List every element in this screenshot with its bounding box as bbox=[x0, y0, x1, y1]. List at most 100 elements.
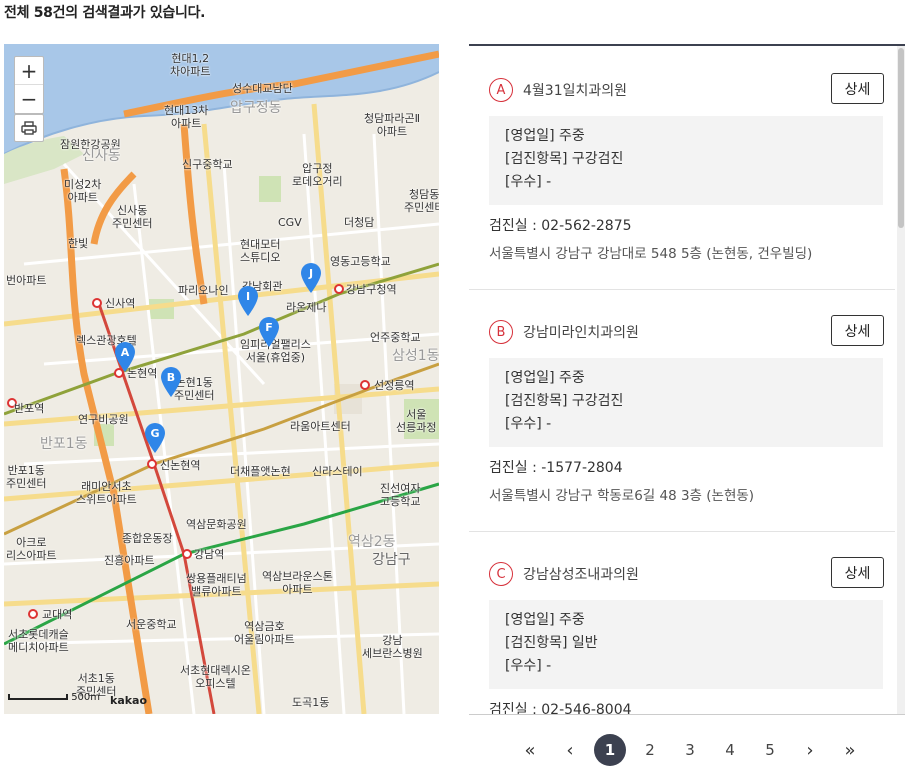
scale-label: 500m bbox=[71, 692, 101, 703]
map-marker-i[interactable]: I bbox=[236, 285, 260, 317]
station-gangnamgu-office bbox=[334, 284, 344, 294]
result-count-summary: 전체 58건의 검색결과가 있습니다. bbox=[4, 5, 206, 21]
map-label: 강남역 bbox=[194, 548, 225, 561]
result-letter-badge: B bbox=[489, 320, 513, 344]
clinic-name: 강남미라인치과의원 bbox=[523, 325, 639, 341]
page-3-button[interactable]: 3 bbox=[670, 733, 710, 767]
checkup-items: [검진항목] 일반 bbox=[505, 635, 598, 651]
zoom-in-button[interactable]: + bbox=[15, 57, 43, 85]
clinic-phone: 검진실 : 02-546-8004 bbox=[489, 702, 632, 715]
station-gyodae bbox=[28, 609, 38, 619]
map-label: 진흥아파트 bbox=[104, 554, 155, 567]
map-label: 래미안서초 스위트아파트 bbox=[76, 480, 137, 506]
map-label: 도곡1동 bbox=[292, 696, 330, 709]
result-header: A 4월31일치과의원 bbox=[489, 78, 627, 102]
clinic-address: 서울특별시 강남구 학동로6길 48 3층 (논현동) bbox=[489, 488, 755, 504]
map-label: 신라스테이 bbox=[312, 465, 363, 478]
zoom-controls: + − bbox=[14, 56, 44, 114]
excellence: [우수] - bbox=[505, 174, 552, 190]
detail-button[interactable]: 상세 bbox=[831, 73, 884, 104]
map-label: 서초롯데캐슬 메디치아파트 bbox=[8, 628, 69, 654]
map-label: 청담동 주민센터 bbox=[404, 188, 439, 214]
map-view[interactable]: 현대1,2 차아파트 성수대교남단 압구정동 현대13차 아파트 청담파라곤Ⅱ … bbox=[4, 44, 439, 714]
map-marker-a[interactable]: A bbox=[113, 341, 137, 373]
map-label: 서운중학교 bbox=[126, 618, 177, 631]
detail-button[interactable]: 상세 bbox=[831, 557, 884, 588]
page-5-button[interactable]: 5 bbox=[750, 733, 790, 767]
map-label: 역삼금호 어울림아파트 bbox=[234, 620, 295, 646]
map-label: 선정릉역 bbox=[374, 379, 415, 392]
business-days: [영업일] 주중 bbox=[505, 370, 585, 386]
map-marker-f[interactable]: F bbox=[257, 316, 281, 348]
results-list[interactable]: A 4월31일치과의원 상세 [영업일] 주중 [검진항목] 구강검진 [우수]… bbox=[469, 44, 905, 715]
map-label: 더청담 bbox=[344, 216, 375, 229]
business-days: [영업일] 주중 bbox=[505, 612, 585, 628]
clinic-name: 강남삼성조내과의원 bbox=[523, 567, 639, 583]
page-2-button[interactable]: 2 bbox=[630, 733, 670, 767]
business-days: [영업일] 주중 bbox=[505, 128, 585, 144]
map-label: 역삼브라운스톤 아파트 bbox=[262, 570, 333, 596]
checkup-items: [검진항목] 구강검진 bbox=[505, 393, 624, 409]
excellence: [우수] - bbox=[505, 416, 552, 432]
map-label: 반포1동 bbox=[40, 436, 88, 452]
marker-label: I bbox=[245, 290, 251, 303]
map-marker-j[interactable]: J bbox=[299, 262, 323, 294]
result-item[interactable]: A 4월31일치과의원 상세 [영업일] 주중 [검진항목] 구강검진 [우수]… bbox=[469, 46, 895, 290]
clinic-info-box: [영업일] 주중 [검진항목] 일반 [우수] - bbox=[489, 600, 883, 689]
map-label: 현대모터 스튜디오 bbox=[240, 238, 281, 264]
map-label: 라움아트센터 bbox=[290, 420, 351, 433]
map-label: 아크로 리스아파트 bbox=[6, 536, 57, 562]
map-label: 미성2차 아파트 bbox=[64, 178, 102, 204]
station-sinnonhyeon bbox=[147, 459, 157, 469]
detail-button[interactable]: 상세 bbox=[831, 315, 884, 346]
result-item[interactable]: C 강남삼성조내과의원 상세 [영업일] 주중 [검진항목] 일반 [우수] -… bbox=[469, 530, 895, 715]
map-label: 진선여자 고등학교 bbox=[380, 482, 421, 508]
map-label: CGV bbox=[278, 216, 302, 229]
map-label: 영동고등학교 bbox=[330, 255, 391, 268]
map-label: 반포1동 주민센터 bbox=[6, 464, 47, 490]
page-4-button[interactable]: 4 bbox=[710, 733, 750, 767]
map-label: 언주중학교 bbox=[370, 331, 421, 344]
station-seonjeongneung bbox=[360, 380, 370, 390]
map-label: 신사동 bbox=[82, 148, 121, 164]
map-label: 더채플앳논현 bbox=[230, 465, 291, 478]
station-gangnam bbox=[182, 549, 192, 559]
map-scale: 500m bbox=[8, 692, 100, 703]
pagination: « ‹ 1 2 3 4 5 › » bbox=[510, 733, 870, 767]
print-button[interactable] bbox=[14, 114, 44, 142]
map-label: 신구중학교 bbox=[182, 158, 233, 171]
last-page-button[interactable]: » bbox=[830, 733, 870, 767]
marker-label: G bbox=[150, 427, 160, 440]
first-page-button[interactable]: « bbox=[510, 733, 550, 767]
map-label: 신사동 주민센터 bbox=[112, 204, 153, 230]
results-scrollbar[interactable] bbox=[897, 46, 905, 714]
marker-label: A bbox=[120, 346, 130, 359]
map-label: 강남 세브란스병원 bbox=[362, 634, 423, 660]
map-label: 쌍용플래티넘 밸류아파트 bbox=[186, 572, 247, 598]
scrollbar-thumb[interactable] bbox=[898, 48, 904, 228]
map-marker-b[interactable]: B bbox=[159, 366, 183, 398]
map-marker-g[interactable]: G bbox=[143, 422, 167, 454]
clinic-name: 4월31일치과의원 bbox=[523, 83, 628, 99]
clinic-info-box: [영업일] 주중 [검진항목] 구강검진 [우수] - bbox=[489, 116, 883, 205]
map-label: 압구정 로데오거리 bbox=[292, 162, 343, 188]
excellence: [우수] - bbox=[505, 658, 552, 674]
map-label: 역삼문화공원 bbox=[186, 518, 247, 531]
map-label: 현대1,2 차아파트 bbox=[170, 52, 211, 78]
result-letter-badge: A bbox=[489, 78, 513, 102]
zoom-out-button[interactable]: − bbox=[15, 85, 43, 113]
printer-icon bbox=[21, 121, 37, 135]
next-page-button[interactable]: › bbox=[790, 733, 830, 767]
page-1-button[interactable]: 1 bbox=[590, 733, 630, 767]
map-label: 청담파라곤Ⅱ 아파트 bbox=[364, 112, 421, 138]
map-label: 라온제나 bbox=[286, 301, 327, 314]
clinic-phone: 검진실 : 02-562-2875 bbox=[489, 218, 632, 234]
map-label: 종합운동장 bbox=[122, 532, 173, 545]
result-item[interactable]: B 강남미라인치과의원 상세 [영업일] 주중 [검진항목] 구강검진 [우수]… bbox=[469, 288, 895, 532]
marker-label: B bbox=[166, 371, 176, 384]
map-label: 강남구 bbox=[372, 552, 411, 568]
map-label: 반포역 bbox=[14, 402, 45, 415]
map-label: 서초현대렉시온 오피스텔 bbox=[180, 664, 251, 690]
prev-page-button[interactable]: ‹ bbox=[550, 733, 590, 767]
checkup-items: [검진항목] 구강검진 bbox=[505, 151, 624, 167]
